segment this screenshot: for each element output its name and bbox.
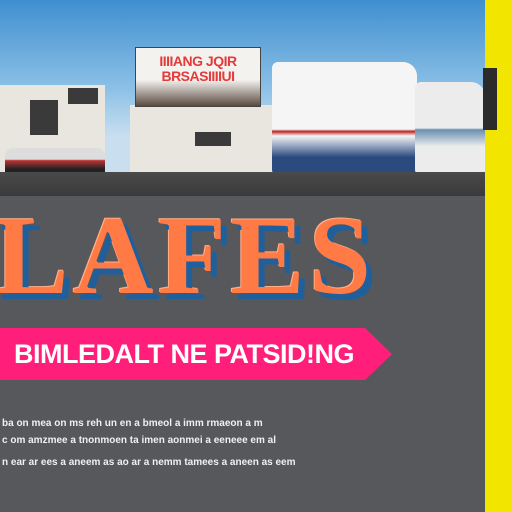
sign-text: IIIIANG JQIR	[159, 53, 237, 69]
sign-text: BRSASIIIIUI	[161, 68, 235, 84]
body-line: n ear ar ees a aneem as ao ar a nemm tam…	[2, 457, 296, 468]
building-window	[195, 132, 231, 146]
body-line: ba on mea on ms reh un en a bmeol a imm …	[2, 418, 263, 429]
rooftop-sign: IIIIANG JQIR BRSASIIIIUI	[135, 47, 261, 107]
headline: LAFES	[0, 194, 375, 318]
hero-photo: IIIIANG JQIR BRSASIIIIUI	[0, 0, 485, 196]
rv-vehicle	[272, 62, 417, 174]
body-line: c om amzmee a tnonmoen ta imen aonmei a …	[2, 435, 276, 446]
building-window	[68, 88, 98, 104]
banner-text: BIMLEDALT NE PATSID!NG	[14, 339, 354, 369]
stripe-block	[483, 68, 497, 130]
banner: BIMLEDALT NE PATSID!NG	[0, 328, 392, 380]
parking-lot	[0, 172, 485, 196]
body-text: ba on mea on ms reh un en a bmeol a imm …	[2, 415, 462, 471]
building-window	[30, 100, 58, 135]
rv-vehicle	[415, 82, 485, 174]
